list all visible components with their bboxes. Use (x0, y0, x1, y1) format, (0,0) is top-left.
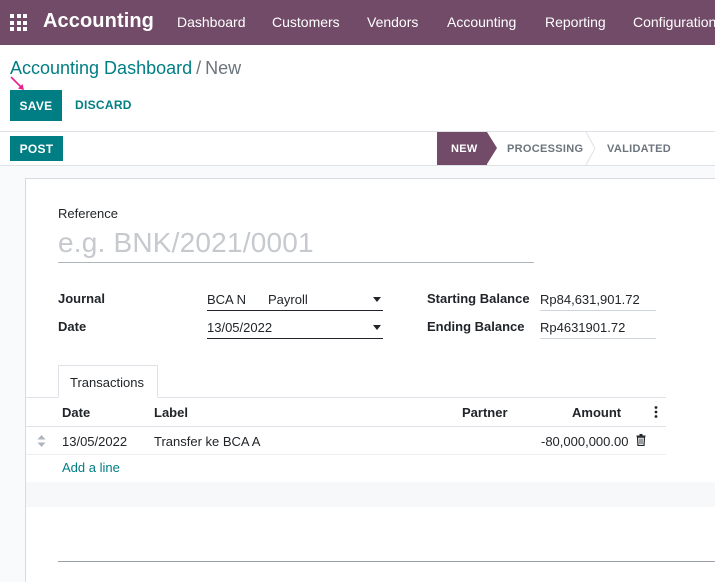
nav-vendors[interactable]: Vendors (367, 14, 418, 30)
ending-balance-label: Ending Balance (427, 319, 525, 334)
breadcrumb-parent-link[interactable]: Accounting Dashboard (10, 58, 192, 78)
chevron-down-icon (373, 297, 381, 302)
stage-validated: VALIDATED (607, 142, 672, 155)
transactions-table-header: Date Label Partner Amount (26, 398, 666, 427)
stage-processing: PROCESSING (507, 142, 584, 155)
nav-configuration[interactable]: Configuration (633, 14, 715, 30)
starting-balance-label: Starting Balance (427, 291, 530, 306)
nav-customers[interactable]: Customers (272, 14, 340, 30)
stage-new: NEW (437, 132, 497, 165)
form-sheet: Reference e.g. BNK/2021/0001 Journal BCA… (25, 178, 715, 582)
reference-label: Reference (58, 206, 118, 221)
ending-balance-field[interactable]: Rp4631901.72 (540, 317, 656, 339)
breadcrumb-current: New (205, 58, 242, 78)
reference-input[interactable]: e.g. BNK/2021/0001 (58, 225, 534, 263)
mouse-pointer-icon (10, 76, 24, 90)
row-date: 13/05/2022 (62, 434, 128, 449)
row-amount: -80,000,000.00 (541, 434, 629, 449)
column-header-date[interactable]: Date (62, 405, 90, 420)
drag-handle-icon[interactable] (37, 435, 46, 447)
table-footer (26, 482, 715, 507)
status-bar: POST NEW PROCESSING VALIDATED (0, 132, 715, 166)
starting-balance-field[interactable]: Rp84,631,901.72 (540, 289, 656, 311)
nav-dashboard[interactable]: Dashboard (177, 14, 246, 30)
app-brand[interactable]: Accounting (43, 10, 154, 33)
discard-button[interactable]: DISCARD (75, 98, 132, 112)
top-navbar: Accounting Dashboard Customers Vendors A… (0, 0, 715, 45)
date-field[interactable]: 13/05/2022 (207, 317, 383, 339)
stage-separator-chevron-icon (585, 132, 596, 165)
journal-select[interactable]: BCA N Payroll (207, 289, 383, 311)
date-label: Date (58, 319, 87, 334)
column-header-partner[interactable]: Partner (462, 405, 508, 420)
apps-grid-icon[interactable] (10, 14, 27, 31)
journal-value: BCA N (207, 292, 247, 307)
section-divider (58, 561, 715, 562)
starting-balance-value: Rp84,631,901.72 (540, 292, 640, 307)
column-header-label[interactable]: Label (154, 405, 188, 420)
row-label: Transfer ke BCA A (154, 434, 261, 449)
post-button[interactable]: POST (10, 136, 63, 161)
breadcrumb: Accounting Dashboard / New (10, 58, 241, 79)
chevron-down-icon (373, 325, 381, 330)
trash-icon[interactable] (636, 434, 646, 446)
optional-columns-kebab-icon[interactable] (654, 406, 658, 418)
breadcrumb-separator: / (196, 58, 202, 78)
journal-label: Journal (58, 291, 105, 306)
tab-transactions[interactable]: Transactions (58, 365, 158, 398)
nav-reporting[interactable]: Reporting (545, 14, 606, 30)
save-button[interactable]: SAVE (10, 90, 62, 121)
add-line-link[interactable]: Add a line (62, 460, 120, 475)
table-row[interactable]: 13/05/2022 Transfer ke BCA A -80,000,000… (26, 428, 666, 455)
ending-balance-value: Rp4631901.72 (540, 320, 626, 335)
column-header-amount[interactable]: Amount (572, 405, 621, 420)
control-panel: Accounting Dashboard / New SAVE DISCARD (0, 45, 715, 132)
date-value: 13/05/2022 (207, 320, 273, 335)
nav-accounting[interactable]: Accounting (447, 14, 516, 30)
journal-value-payroll: Payroll (268, 292, 308, 307)
